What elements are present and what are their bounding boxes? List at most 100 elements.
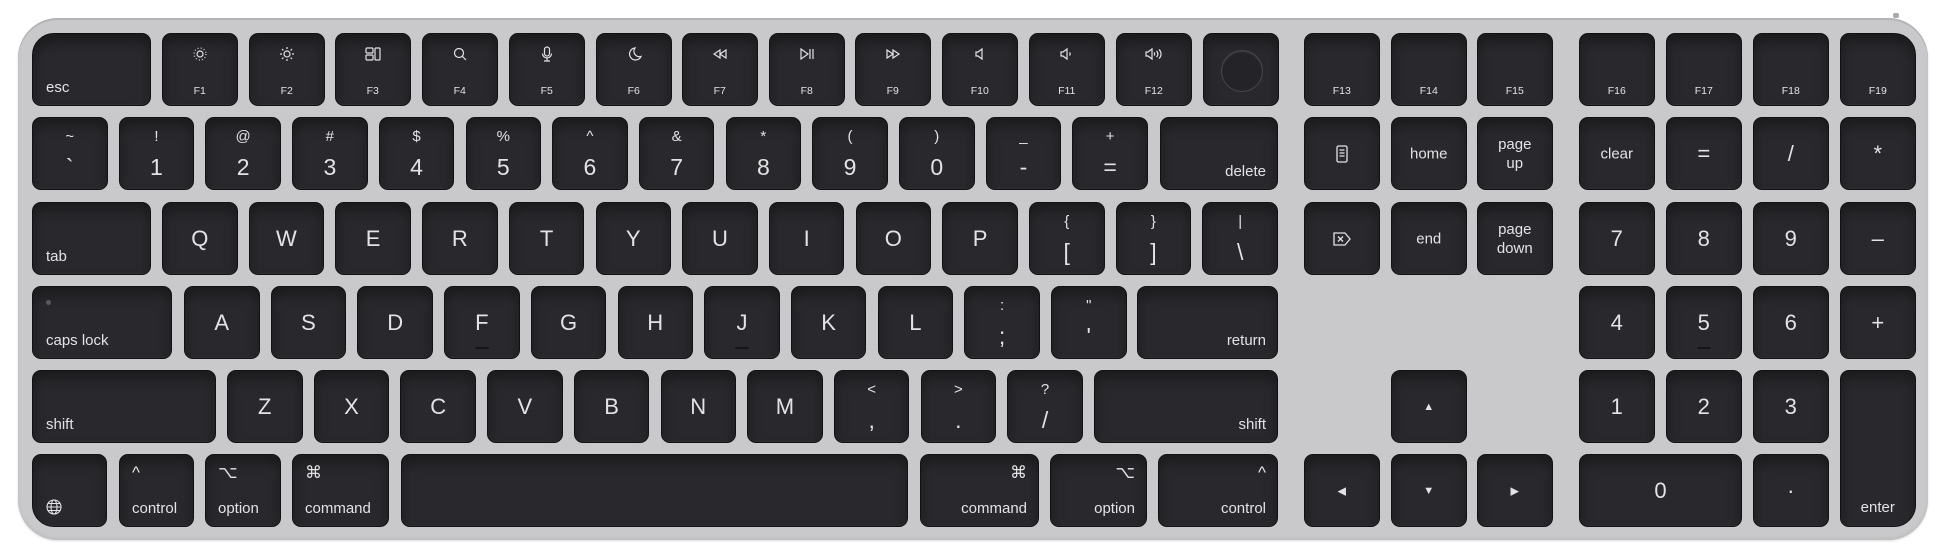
key-f9[interactable]: F9 — [855, 33, 931, 106]
key-rcontrol[interactable]: ^ control — [1158, 454, 1278, 527]
key-period[interactable]: >. — [920, 370, 997, 443]
key-5[interactable]: % 5 — [465, 117, 541, 190]
key-f7[interactable]: F7 — [682, 33, 758, 106]
key-g[interactable]: G — [530, 286, 607, 359]
key-up[interactable]: ▲ — [1391, 370, 1467, 443]
key-m[interactable]: M — [747, 370, 823, 443]
key-b[interactable]: B — [573, 370, 650, 443]
key-n[interactable]: N — [660, 370, 736, 443]
key-f11[interactable]: F11 — [1029, 33, 1105, 106]
key-backslash[interactable]: | \ — [1202, 202, 1278, 275]
key-return[interactable]: return — [1137, 286, 1278, 359]
key-f14[interactable]: F14 — [1391, 33, 1467, 106]
key-z[interactable]: Z — [227, 370, 303, 443]
key-i[interactable]: I — [768, 202, 845, 275]
key-1[interactable]: ! 1 — [118, 117, 195, 190]
key-a[interactable]: A — [184, 286, 260, 359]
key-end[interactable]: end — [1391, 202, 1467, 275]
key-numpad-0[interactable]: 0 — [1579, 454, 1742, 527]
key-slash[interactable]: ? / — [1007, 370, 1083, 443]
key-q[interactable]: Q — [162, 202, 238, 275]
key-f5[interactable]: F5 — [509, 33, 585, 106]
key-lbracket[interactable]: {[ — [1029, 202, 1105, 275]
key-semicolon[interactable]: :; — [964, 286, 1040, 359]
key-np6[interactable]: 6 — [1753, 286, 1829, 359]
key-np-plus[interactable]: + — [1840, 286, 1916, 359]
key-np9[interactable]: 9 — [1753, 202, 1829, 275]
key-np3[interactable]: 3 — [1753, 370, 1829, 443]
key-9[interactable]: (9 — [812, 117, 888, 190]
key-f12[interactable]: F12 — [1116, 33, 1192, 106]
key-rbracket[interactable]: }] — [1115, 202, 1192, 275]
key-np5[interactable]: 5 — [1666, 286, 1742, 359]
key-space[interactable] — [401, 454, 908, 527]
key-w[interactable]: W — [248, 202, 325, 275]
key-right-shift[interactable]: shift — [1094, 370, 1278, 443]
key-right[interactable]: ▶ — [1477, 454, 1553, 527]
key-7[interactable]: & 7 — [638, 117, 715, 190]
key-r[interactable]: R — [422, 202, 498, 275]
key-f19[interactable]: F19 — [1840, 33, 1916, 106]
key-v[interactable]: V — [487, 370, 563, 443]
key-roption[interactable]: ⌥ option — [1050, 454, 1147, 527]
key-rcommand[interactable]: ⌘ command — [920, 454, 1039, 527]
key-globe[interactable] — [32, 454, 107, 527]
key-np-equals[interactable]: = — [1666, 117, 1742, 190]
key-f16[interactable]: F16 — [1579, 33, 1655, 106]
key-u[interactable]: U — [682, 202, 758, 275]
key-np1[interactable]: 1 — [1579, 370, 1655, 443]
key-left[interactable]: ◀ — [1304, 454, 1380, 527]
key-8[interactable]: * 8 — [725, 117, 802, 190]
key-lcommand[interactable]: ⌘ command — [292, 454, 389, 527]
key-np4[interactable]: 4 — [1579, 286, 1655, 359]
key-docs[interactable] — [1304, 117, 1380, 190]
key-l[interactable]: L — [877, 286, 954, 359]
key-f1[interactable]: F1 — [162, 33, 238, 106]
key-j[interactable]: J — [704, 286, 780, 359]
key-fwddelete[interactable] — [1304, 202, 1380, 275]
key-clear[interactable]: clear — [1579, 117, 1655, 190]
key-loption[interactable]: ⌥ option — [205, 454, 281, 527]
key-np2[interactable]: 2 — [1666, 370, 1742, 443]
key-o[interactable]: O — [855, 202, 932, 275]
key-lcontrol[interactable]: ^ control — [119, 454, 194, 527]
key-pageup[interactable]: page up — [1477, 117, 1553, 190]
key-f18[interactable]: F18 — [1753, 33, 1829, 106]
key-minus[interactable]: _ - — [985, 117, 1062, 190]
key-down[interactable]: ▼ — [1391, 454, 1467, 527]
key-f6[interactable]: F6 — [596, 33, 672, 106]
key-capslock[interactable]: caps lock — [32, 286, 172, 359]
key-s[interactable]: S — [270, 286, 347, 359]
key-h[interactable]: H — [617, 286, 693, 359]
key-2[interactable]: @2 — [205, 117, 281, 190]
key-k[interactable]: K — [790, 286, 867, 359]
key-f10[interactable]: F10 — [942, 33, 1018, 106]
key-d[interactable]: D — [357, 286, 433, 359]
key-f3[interactable]: F3 — [335, 33, 411, 106]
key-f17[interactable]: F17 — [1666, 33, 1742, 106]
key-t[interactable]: T — [508, 202, 585, 275]
key-f15[interactable]: F15 — [1477, 33, 1553, 106]
key-f[interactable]: F — [444, 286, 520, 359]
key-touchid[interactable] — [1203, 33, 1279, 106]
key-enter[interactable]: enter — [1840, 370, 1916, 527]
key-f2[interactable]: F2 — [249, 33, 325, 106]
key-p[interactable]: P — [942, 202, 1018, 275]
key-0[interactable]: ) 0 — [899, 117, 975, 190]
key-delete[interactable]: delete — [1160, 117, 1278, 190]
key-np-multiply[interactable]: * — [1840, 117, 1916, 190]
key-home[interactable]: home — [1391, 117, 1467, 190]
key-equals[interactable]: + = — [1072, 117, 1148, 190]
key-grave[interactable]: ~ ` — [32, 117, 108, 190]
key-tab[interactable]: tab — [32, 202, 151, 275]
key-6[interactable]: ^ 6 — [552, 117, 628, 190]
key-comma[interactable]: <, — [833, 370, 910, 443]
key-y[interactable]: Y — [595, 202, 671, 275]
key-3[interactable]: #3 — [292, 117, 368, 190]
key-f4[interactable]: F4 — [422, 33, 498, 106]
key-np-divide[interactable]: / — [1753, 117, 1829, 190]
key-quote[interactable]: " ' — [1051, 286, 1127, 359]
key-np8[interactable]: 8 — [1666, 202, 1742, 275]
key-esc[interactable]: esc — [32, 33, 151, 106]
key-c[interactable]: C — [400, 370, 476, 443]
